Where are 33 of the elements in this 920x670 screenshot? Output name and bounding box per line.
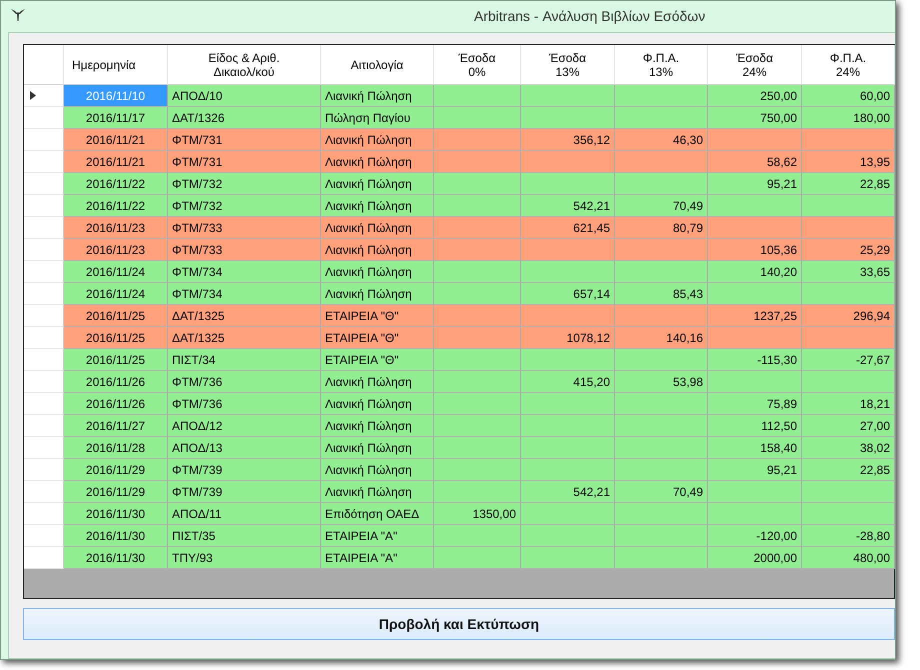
table-row[interactable]: 2016/11/22 ΦΤΜ/732 Λιανική Πώληση 542,21 70,49 bbox=[24, 195, 894, 217]
table-row[interactable]: 2016/11/25 ΔΑΤ/1325 ΕΤΑΙΡΕΙΑ "Θ" 1237,25 296,94 bbox=[24, 305, 894, 327]
row-header[interactable] bbox=[24, 85, 64, 107]
table-cell: 2000,00 bbox=[708, 547, 802, 569]
table-row[interactable]: 2016/11/21 ΦΤΜ/731 Λιανική Πώληση 58,62 13,95 bbox=[24, 151, 894, 173]
table-row[interactable]: 2016/11/25 ΔΑΤ/1325 ΕΤΑΙΡΕΙΑ "Θ" 1078,12 140,16 bbox=[24, 327, 894, 349]
table-row[interactable]: 2016/11/26 ΦΤΜ/736 Λιανική Πώληση 75,89 18,21 bbox=[24, 393, 894, 415]
table-row[interactable]: 2016/11/23 ΦΤΜ/733 Λιανική Πώληση 105,36 25,29 bbox=[24, 239, 894, 261]
table-row[interactable]: 2016/11/26 ΦΤΜ/736 Λιανική Πώληση 415,20 53,98 bbox=[24, 371, 894, 393]
table-row[interactable]: 2016/11/29 ΦΤΜ/739 Λιανική Πώληση 542,21 70,49 bbox=[24, 481, 894, 503]
table-row[interactable]: 2016/11/21 ΦΤΜ/731 Λιανική Πώληση 356,12 46,30 bbox=[24, 129, 894, 151]
table-row[interactable]: 2016/11/23 ΦΤΜ/733 Λιανική Πώληση 621,45 80,79 bbox=[24, 217, 894, 239]
table-row[interactable]: 2016/11/30 ΑΠΟΔ/11 Επιδότηση ΟΑΕΔ 1350,00 bbox=[24, 503, 894, 525]
table-cell: ΕΤΑΙΡΕΙΑ "Α" bbox=[321, 547, 434, 569]
table-row[interactable]: 2016/11/24 ΦΤΜ/734 Λιανική Πώληση 140,20 33,65 bbox=[24, 261, 894, 283]
table-row[interactable]: 2016/11/24 ΦΤΜ/734 Λιανική Πώληση 657,14 85,43 bbox=[24, 283, 894, 305]
table-row[interactable]: 2016/11/28 ΑΠΟΔ/13 Λιανική Πώληση 158,40 38,02 bbox=[24, 437, 894, 459]
table-row[interactable]: 2016/11/30 ΤΠΥ/93 ΕΤΑΙΡΕΙΑ "Α" 2000,00 480,00 bbox=[24, 547, 894, 569]
current-row-icon bbox=[30, 91, 36, 100]
table-row[interactable]: 2016/11/27 ΑΠΟΔ/12 Λιανική Πώληση 112,50 27,00 bbox=[24, 415, 894, 437]
table-row[interactable]: 2016/11/25 ΠΙΣΤ/34 ΕΤΑΙΡΕΙΑ "Θ" -115,30 -27,67 bbox=[24, 349, 894, 371]
table-row[interactable]: 2016/11/22 ΦΤΜ/732 Λιανική Πώληση 95,21 22,85 bbox=[24, 173, 894, 195]
table-row[interactable]: 2016/11/10 ΑΠΟΔ/10 Λιανική Πώληση 250,00 60,00 bbox=[24, 85, 894, 107]
window-title: Arbitrans - Ανάλυση Βιβλίων Εσόδων bbox=[474, 8, 706, 24]
table-row[interactable]: 2016/11/29 ΦΤΜ/739 Λιανική Πώληση 95,21 22,85 bbox=[24, 459, 894, 481]
table-row[interactable]: 2016/11/17 ΔΑΤ/1326 Πώληση Παγίου 750,00 180,00 bbox=[24, 107, 894, 129]
bird-icon bbox=[11, 8, 25, 22]
table-row[interactable]: 2016/11/30 ΠΙΣΤ/35 ΕΤΑΙΡΕΙΑ "Α" -120,00 -28,80 bbox=[24, 525, 894, 547]
table-cell: 480,00 bbox=[802, 547, 895, 569]
table-cell: 2016/11/10 bbox=[64, 85, 168, 107]
table-cell: 2016/11/30 bbox=[64, 547, 168, 569]
print-preview-button[interactable]: Προβολή και Εκτύπωση bbox=[23, 608, 895, 640]
table-cell: ΤΠΥ/93 bbox=[168, 547, 321, 569]
